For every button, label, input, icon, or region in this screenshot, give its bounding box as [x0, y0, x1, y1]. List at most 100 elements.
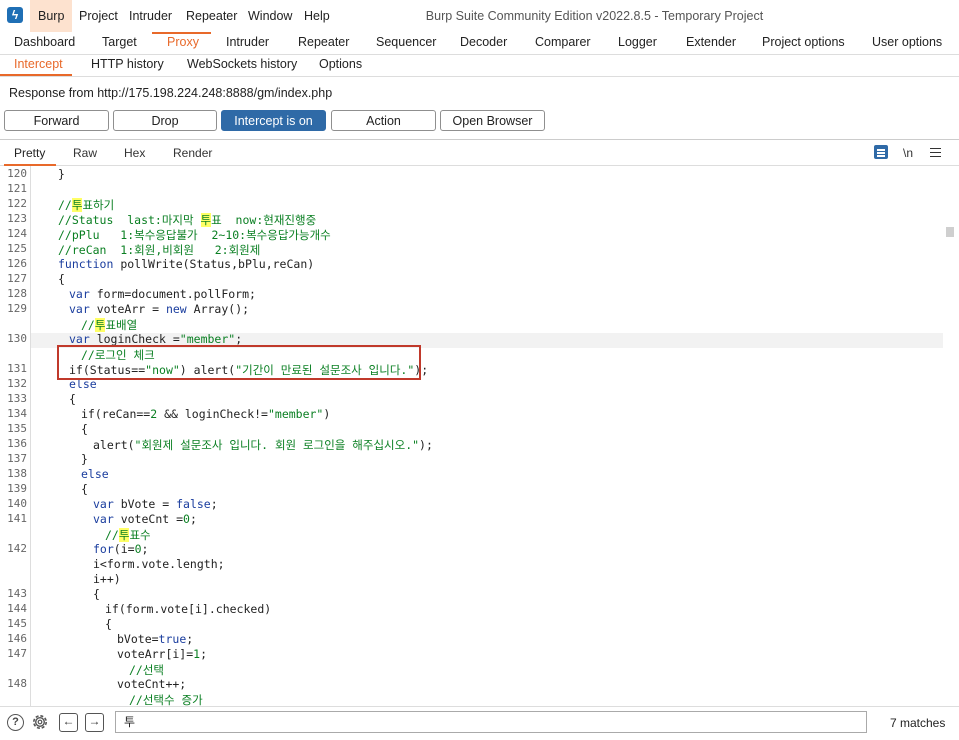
code-line: bVote=true; [117, 632, 194, 646]
tab-sequencer[interactable]: Sequencer [376, 32, 436, 54]
vertical-scrollbar[interactable] [944, 166, 959, 706]
tab-hex[interactable]: Hex [124, 146, 145, 160]
code-line: var loginCheck ="member"; [69, 332, 243, 346]
open-browser-button[interactable]: Open Browser [440, 110, 545, 131]
code-editor[interactable]: 120 121 122 123 124 125 126 127 128 129 … [0, 166, 944, 706]
menu-icon[interactable] [930, 148, 941, 157]
tab-comparer[interactable]: Comparer [535, 32, 591, 54]
code-line: for(i=0; [93, 542, 149, 556]
tab-websockets-history[interactable]: WebSockets history [187, 54, 297, 76]
scrollbar-thumb[interactable] [946, 227, 954, 237]
code-line: //reCan 1:회원,비회원 2:회원제 [58, 243, 261, 257]
search-input[interactable]: 투 [115, 711, 867, 733]
line-number: 144 [7, 602, 27, 615]
line-number: 148 [7, 677, 27, 690]
code-line: //투표수 [105, 528, 151, 542]
code-line: { [81, 422, 88, 436]
code-line: //Status last:마지막 투표 now:현재진행중 [58, 213, 317, 227]
code-line: voteCnt++; [117, 677, 187, 691]
search-match: 투 [71, 198, 83, 212]
code-line: { [93, 587, 100, 601]
tab-repeater[interactable]: Repeater [298, 32, 349, 54]
line-number: 134 [7, 407, 27, 420]
previous-match-icon[interactable]: ← [59, 713, 78, 732]
line-number: 138 [7, 467, 27, 480]
main-tab-bar: Dashboard Target Proxy Intruder Repeater… [0, 32, 959, 55]
action-button[interactable]: Action [331, 110, 436, 131]
tab-pretty[interactable]: Pretty [14, 146, 45, 160]
code-line: //pPlu 1:복수응답불가 2~10:복수응답가능개수 [58, 228, 331, 242]
search-match: 투 [94, 318, 106, 332]
line-number: 139 [7, 482, 27, 495]
code-line: function pollWrite(Status,bPlu,reCan) [58, 257, 315, 271]
tab-options[interactable]: Options [319, 54, 362, 76]
code-line: //투표배열 [81, 318, 138, 332]
code-line: i<form.vote.length; [93, 557, 225, 571]
tab-raw[interactable]: Raw [73, 146, 97, 160]
menu-help[interactable]: Help [296, 0, 338, 32]
code-line: { [81, 482, 88, 496]
menu-intruder[interactable]: Intruder [121, 0, 180, 32]
intercept-tab-underline [0, 74, 72, 76]
menu-burp[interactable]: Burp [30, 0, 73, 32]
code-line: var voteCnt =0; [93, 512, 197, 526]
code-line: { [58, 272, 65, 286]
code-line: voteArr[i]=1; [117, 647, 208, 661]
tab-decoder[interactable]: Decoder [460, 32, 507, 54]
line-number: 137 [7, 452, 27, 465]
menu-repeater[interactable]: Repeater [178, 0, 245, 32]
line-number: 128 [7, 287, 27, 300]
tab-dashboard[interactable]: Dashboard [14, 32, 75, 54]
newline-toggle[interactable]: \n [903, 146, 913, 160]
menu-window[interactable]: Window [240, 0, 300, 32]
line-number: 147 [7, 647, 27, 660]
intercept-toggle-button[interactable]: Intercept is on [221, 110, 326, 131]
search-match: 투 [118, 528, 130, 542]
tab-http-history[interactable]: HTTP history [91, 54, 164, 76]
tab-extender[interactable]: Extender [686, 32, 736, 54]
line-number: 146 [7, 632, 27, 645]
gear-icon[interactable] [30, 712, 50, 732]
tab-logger[interactable]: Logger [618, 32, 657, 54]
help-icon[interactable]: ? [7, 714, 24, 731]
forward-button[interactable]: Forward [4, 110, 109, 131]
code-line: if(reCan==2 && loginCheck!="member") [81, 407, 331, 421]
line-number: 130 [7, 332, 27, 345]
code-line: var voteArr = new Array(); [69, 302, 250, 316]
search-match: 투 [200, 213, 212, 227]
title-bar: ϟ Burp Suite Community Edition v2022.8.5… [0, 0, 959, 32]
line-number: 120 [7, 167, 27, 180]
line-number: 142 [7, 542, 27, 555]
code-line: //투표하기 [58, 198, 115, 212]
code-line: { [69, 392, 76, 406]
divider [0, 139, 959, 140]
tab-project-options[interactable]: Project options [762, 32, 845, 54]
code-line: if(form.vote[i].checked) [105, 602, 272, 616]
code-line: else [81, 467, 109, 481]
code-line: var form=document.pollForm; [69, 287, 256, 301]
line-number: 129 [7, 302, 27, 315]
line-number: 126 [7, 257, 27, 270]
tab-intruder[interactable]: Intruder [226, 32, 269, 54]
wrap-lines-icon[interactable] [874, 145, 888, 159]
code-line: var bVote = false; [93, 497, 218, 511]
drop-button[interactable]: Drop [113, 110, 217, 131]
code-line: //선택수 증가 [129, 693, 203, 706]
tab-proxy[interactable]: Proxy [167, 32, 199, 54]
tab-intercept[interactable]: Intercept [14, 54, 63, 76]
line-number-gutter: 120 121 122 123 124 125 126 127 128 129 … [0, 166, 31, 706]
line-number: 132 [7, 377, 27, 390]
next-match-icon[interactable]: → [85, 713, 104, 732]
code-line: { [105, 617, 112, 631]
tab-render[interactable]: Render [173, 146, 212, 160]
line-number: 121 [7, 182, 27, 195]
code-line: alert("회원제 설문조사 입니다. 회원 로그인을 해주십시오."); [93, 438, 433, 452]
line-number: 127 [7, 272, 27, 285]
proxy-subtab-bar: Intercept HTTP history WebSockets histor… [0, 54, 959, 77]
line-number: 123 [7, 212, 27, 225]
code-line: //선택 [129, 663, 165, 677]
menu-project[interactable]: Project [71, 0, 126, 32]
highlight-box [57, 345, 421, 380]
tab-target[interactable]: Target [102, 32, 137, 54]
tab-user-options[interactable]: User options [872, 32, 942, 54]
